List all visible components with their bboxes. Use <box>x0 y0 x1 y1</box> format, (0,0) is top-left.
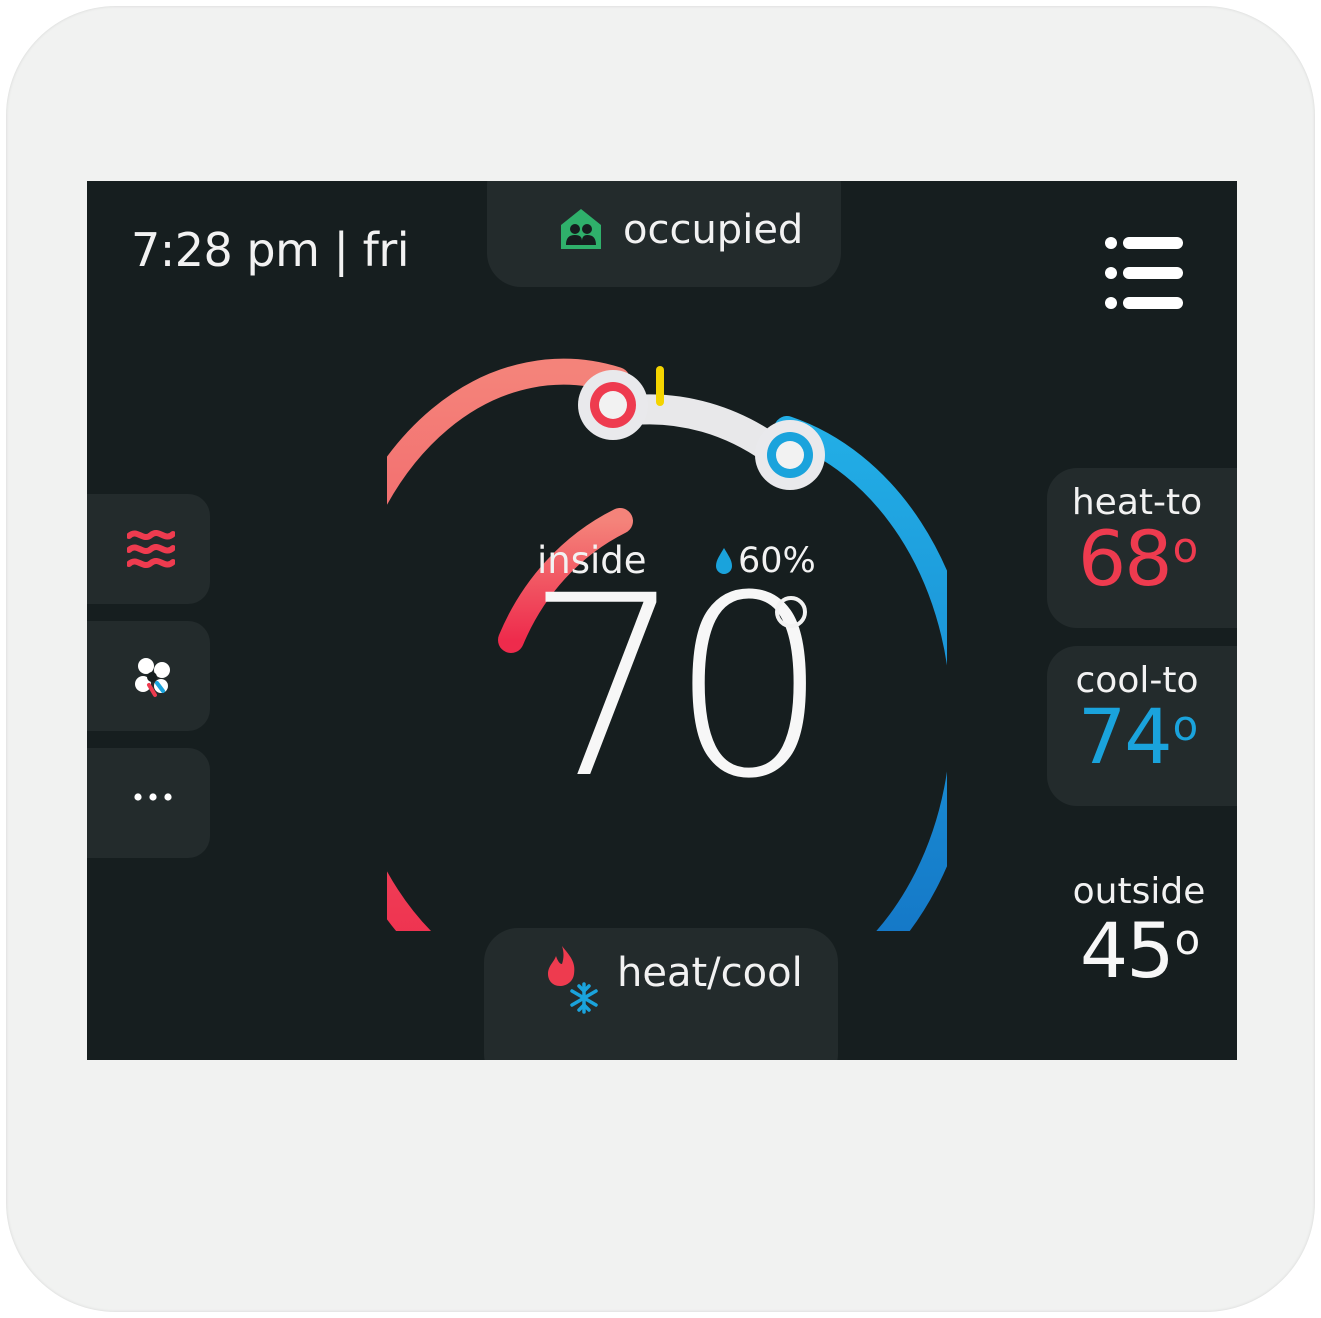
flame-snowflake-icon <box>546 944 604 1018</box>
thermostat-screen: 7:28 pm | fri occupied inside 60% 70 hea… <box>87 181 1237 1060</box>
inside-temperature: 70 <box>525 542 829 833</box>
inside-degree-symbol <box>775 596 807 628</box>
clock-display: 7:28 pm | fri <box>131 223 410 277</box>
outside-temperature: outside 45o <box>1069 871 1209 995</box>
heat-setpoint-card[interactable]: heat-to 68o <box>1047 468 1237 628</box>
more-dots-icon <box>133 788 173 807</box>
mode-label: heat/cool <box>617 950 803 996</box>
occupancy-button[interactable]: occupied <box>487 181 841 287</box>
heat-waves-icon <box>126 528 176 576</box>
cool-setpoint-handle[interactable] <box>755 420 825 490</box>
menu-button[interactable] <box>1103 235 1187 313</box>
system-mode-button[interactable]: heat/cool <box>484 928 838 1060</box>
occupancy-label: occupied <box>623 207 804 253</box>
fan-icon <box>133 655 173 703</box>
outside-value: 45o <box>1079 906 1200 995</box>
cool-to-value: 74o <box>1077 692 1198 781</box>
heat-waves-button[interactable] <box>87 494 210 604</box>
current-temp-marker <box>656 366 664 406</box>
heat-setpoint-handle[interactable] <box>578 370 648 440</box>
more-options-button[interactable] <box>87 748 210 858</box>
cool-setpoint-card[interactable]: cool-to 74o <box>1047 646 1237 806</box>
fan-button[interactable] <box>87 621 210 731</box>
heat-to-value: 68o <box>1077 514 1198 603</box>
list-menu-icon <box>1105 237 1183 309</box>
house-people-icon <box>559 207 603 255</box>
